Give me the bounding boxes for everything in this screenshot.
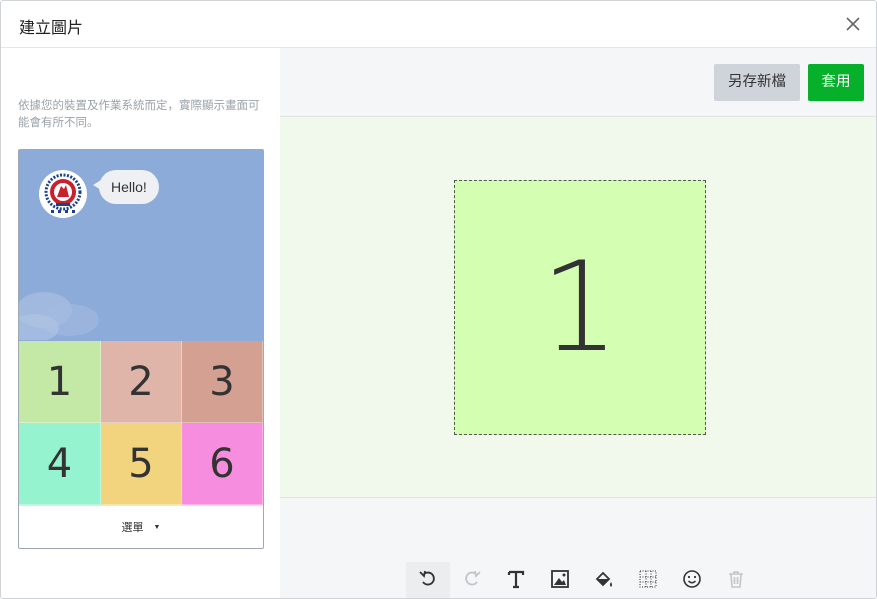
fill-button[interactable] (582, 562, 626, 598)
rich-menu-cell-2[interactable]: 2 (101, 341, 182, 423)
trash-icon (729, 571, 743, 588)
selected-cell-editor[interactable]: 1 (454, 180, 706, 435)
rich-menu-cell-6[interactable]: 6 (182, 423, 263, 505)
emoji-icon (683, 570, 701, 588)
save-as-new-button[interactable]: 另存新檔 (714, 64, 800, 101)
grid-icon (639, 570, 657, 588)
editor-tools (406, 562, 758, 598)
phone-preview: Hello! 1 2 3 4 5 6 選單 ▼ (18, 149, 264, 549)
rich-menu-cell-5[interactable]: 5 (101, 423, 182, 505)
redo-icon (465, 570, 481, 586)
apply-button[interactable]: 套用 (808, 64, 864, 101)
chat-area: Hello! (19, 150, 263, 341)
grid-button[interactable] (626, 562, 670, 598)
undo-icon (419, 570, 435, 586)
university-logo-icon (40, 171, 86, 217)
rich-menu-cell-3[interactable]: 3 (182, 341, 263, 423)
fill-icon (595, 571, 612, 587)
create-image-dialog: 建立圖片 依據您的裝置及作業系統而定，實際顯示畫面可能會有所不同。 Hello!… (0, 0, 877, 599)
preview-hint: 依據您的裝置及作業系統而定，實際顯示畫面可能會有所不同。 (18, 98, 260, 129)
chat-bubble: Hello! (93, 170, 159, 204)
preview-panel: 依據您的裝置及作業系統而定，實際顯示畫面可能會有所不同。 Hello! 1 2 … (1, 48, 280, 598)
editor-panel: 另存新檔 套用 1 (280, 48, 876, 598)
editor-canvas: 1 (280, 118, 876, 498)
close-button[interactable] (842, 13, 864, 35)
editor-top-toolbar: 另存新檔 套用 (280, 48, 876, 117)
dialog-header: 建立圖片 (1, 1, 876, 48)
rich-menu-cell-4[interactable]: 4 (19, 423, 101, 505)
emoji-button[interactable] (670, 562, 714, 598)
cloud-image (19, 292, 99, 340)
menu-bar[interactable]: 選單 ▼ (19, 505, 263, 548)
rich-menu-cell-1[interactable]: 1 (19, 341, 101, 423)
delete-button[interactable] (714, 562, 758, 598)
undo-button[interactable] (406, 562, 450, 598)
image-button[interactable] (538, 562, 582, 598)
chevron-down-icon: ▼ (153, 523, 161, 531)
rich-menu-grid: 1 2 3 4 5 6 (19, 341, 263, 505)
text-button[interactable] (494, 562, 538, 598)
close-icon (846, 17, 860, 31)
image-icon (551, 570, 569, 588)
redo-button[interactable] (450, 562, 494, 598)
dialog-title: 建立圖片 (19, 18, 84, 37)
text-icon (507, 570, 525, 589)
menu-label: 選單 (121, 522, 144, 534)
avatar (39, 170, 87, 218)
